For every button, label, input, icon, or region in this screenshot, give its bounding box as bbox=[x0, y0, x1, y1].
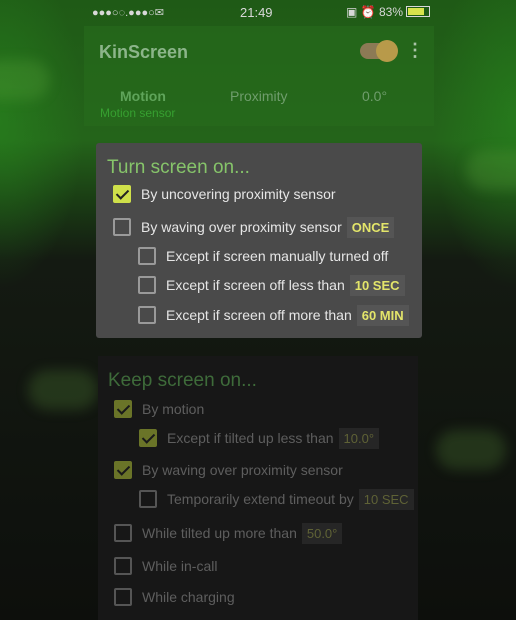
background-glow bbox=[28, 370, 98, 410]
app-title: KinScreen bbox=[99, 42, 189, 62]
option-label: While charging bbox=[142, 589, 235, 605]
tab-angle[interactable]: 0.0° bbox=[362, 88, 387, 104]
option-label: By uncovering proximity sensor bbox=[141, 186, 336, 202]
background-glow bbox=[0, 60, 50, 100]
battery-percent: 83% bbox=[378, 5, 403, 19]
keep-by-motion[interactable]: By motion bbox=[114, 398, 204, 420]
option-label: By waving over proximity sensor bbox=[141, 219, 342, 235]
app-header: KinScreen ⋮ Motion Proximity 0.0° Motion… bbox=[84, 26, 434, 126]
option-uncover-proximity[interactable]: By uncovering proximity sensor bbox=[113, 183, 336, 205]
keep-screen-on-title: Keep screen on... bbox=[108, 370, 257, 391]
notification-icons: ▣ ⏰ bbox=[346, 5, 376, 19]
tab-proximity[interactable]: Proximity bbox=[230, 88, 288, 104]
tab-motion[interactable]: Motion bbox=[120, 88, 166, 104]
overflow-menu-icon[interactable]: ⋮ bbox=[406, 40, 424, 61]
option-label: Temporarily extend timeout by bbox=[167, 491, 354, 507]
background-glow bbox=[466, 150, 516, 190]
checkbox[interactable] bbox=[139, 429, 157, 447]
checkbox[interactable] bbox=[114, 557, 132, 575]
tilt-value[interactable]: 10.0° bbox=[338, 427, 380, 449]
checkbox[interactable] bbox=[138, 247, 156, 265]
checkbox[interactable] bbox=[139, 490, 157, 508]
background-glow bbox=[436, 430, 506, 470]
keep-tilted-more[interactable]: While tilted up more than 50.0° bbox=[114, 522, 343, 544]
timeout-value[interactable]: 10 SEC bbox=[358, 488, 414, 510]
keep-in-call[interactable]: While in-call bbox=[114, 555, 217, 577]
checkbox[interactable] bbox=[113, 185, 131, 203]
enable-toggle[interactable] bbox=[360, 40, 398, 62]
keep-charging[interactable]: While charging bbox=[114, 586, 235, 608]
off-less-value[interactable]: 10 SEC bbox=[349, 274, 405, 296]
option-except-off-more[interactable]: Except if screen off more than 60 MIN bbox=[138, 304, 409, 326]
option-label: By waving over proximity sensor bbox=[142, 462, 343, 478]
keep-extend-timeout[interactable]: Temporarily extend timeout by 10 SEC bbox=[139, 488, 414, 510]
off-more-value[interactable]: 60 MIN bbox=[356, 304, 409, 326]
option-label: Except if screen manually turned off bbox=[166, 248, 389, 264]
checkbox[interactable] bbox=[114, 524, 132, 542]
status-bar: ●●●○◌.●●●○✉ 21:49 ▣ ⏰ 83% bbox=[84, 0, 434, 26]
toggle-knob bbox=[376, 40, 398, 62]
dialog-title: Turn screen on... bbox=[107, 157, 250, 178]
option-label: Except if tilted up less than bbox=[167, 430, 334, 446]
signal-icons: ●●●○◌.●●●○✉ bbox=[92, 7, 164, 19]
option-wave-proximity[interactable]: By waving over proximity sensor ONCE bbox=[113, 216, 395, 238]
keep-by-waving[interactable]: By waving over proximity sensor bbox=[114, 459, 343, 481]
checkbox[interactable] bbox=[113, 218, 131, 236]
keep-except-tilted[interactable]: Except if tilted up less than 10.0° bbox=[139, 427, 380, 449]
status-time: 21:49 bbox=[240, 5, 273, 20]
turn-screen-on-dialog: Turn screen on... By uncovering proximit… bbox=[96, 143, 422, 338]
wave-mode-value[interactable]: ONCE bbox=[346, 216, 395, 238]
option-label: By motion bbox=[142, 401, 205, 417]
option-label: While in-call bbox=[142, 558, 218, 574]
checkbox[interactable] bbox=[138, 276, 156, 294]
option-label: While tilted up more than bbox=[142, 525, 297, 541]
tab-subtitle: Motion sensor bbox=[100, 106, 176, 120]
checkbox[interactable] bbox=[114, 461, 132, 479]
option-label: Except if screen off less than bbox=[166, 277, 345, 293]
checkbox[interactable] bbox=[114, 588, 132, 606]
option-except-manual-off[interactable]: Except if screen manually turned off bbox=[138, 245, 388, 267]
battery-icon bbox=[406, 6, 430, 17]
tilt-more-value[interactable]: 50.0° bbox=[301, 522, 343, 544]
checkbox[interactable] bbox=[114, 400, 132, 418]
checkbox[interactable] bbox=[138, 306, 156, 324]
status-right: ▣ ⏰ 83% bbox=[346, 5, 430, 19]
option-label: Except if screen off more than bbox=[166, 307, 352, 323]
option-except-off-less[interactable]: Except if screen off less than 10 SEC bbox=[138, 274, 405, 296]
